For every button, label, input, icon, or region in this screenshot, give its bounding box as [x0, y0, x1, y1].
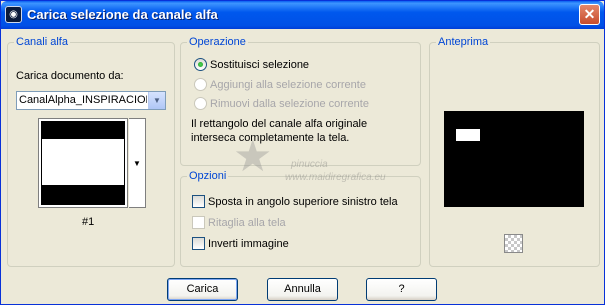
- channel-number-label: #1: [82, 216, 95, 228]
- document-select-value: CanalAlpha_INSPIRACION: [19, 94, 147, 106]
- title-bar[interactable]: ◉ Carica selezione da canale alfa ✕: [1, 1, 604, 29]
- preview-group: Anteprima: [429, 36, 600, 267]
- close-icon: ✕: [583, 6, 596, 22]
- checkbox-crop-label: Ritaglia alla tela: [208, 217, 286, 229]
- caret-down-icon: ▼: [133, 158, 141, 168]
- info-message-line-1: Il rettangolo del canale alfa originale: [191, 118, 368, 130]
- radio-add-label: Aggiungi alla selezione corrente: [210, 79, 366, 91]
- help-button[interactable]: ?: [366, 278, 437, 301]
- load-document-label: Carica documento da:: [16, 70, 124, 82]
- chevron-down-icon[interactable]: ▼: [148, 92, 165, 109]
- watermark: ★ pinuccia www.maidiregrafica.eu: [233, 135, 423, 195]
- watermark-line-1: pinuccia: [291, 159, 328, 170]
- checkbox-move-top-left-label: Sposta in angolo superiore sinistro tela: [208, 196, 398, 208]
- radio-remove-label: Rimuovi dalla selezione corrente: [210, 98, 369, 110]
- close-button[interactable]: ✕: [579, 4, 600, 25]
- checkbox-invert-image[interactable]: [192, 237, 205, 250]
- preview-legend: Anteprima: [436, 36, 491, 48]
- document-select[interactable]: CanalAlpha_INSPIRACION ▼: [16, 91, 166, 110]
- radio-remove-selection[interactable]: [194, 97, 207, 110]
- preview-canvas: [444, 111, 584, 207]
- dialog-title: Carica selezione da canale alfa: [27, 7, 218, 22]
- checkbox-move-top-left[interactable]: [192, 195, 205, 208]
- checkbox-crop-to-canvas[interactable]: [192, 216, 205, 229]
- checkbox-invert-label: Inverti immagine: [208, 238, 289, 250]
- watermark-line-2: www.maidiregrafica.eu: [285, 172, 386, 183]
- cancel-button[interactable]: Annulla: [267, 278, 338, 301]
- channel-dropdown-button[interactable]: ▼: [129, 118, 146, 208]
- channel-thumbnail-image: [41, 121, 125, 205]
- app-icon: ◉: [5, 6, 22, 23]
- star-logo-icon: ★: [233, 132, 273, 181]
- options-legend: Opzioni: [187, 170, 229, 182]
- operation-legend: Operazione: [187, 36, 248, 48]
- radio-replace-label: Sostituisci selezione: [210, 59, 310, 71]
- alpha-channels-group: Canali alfa Carica documento da: CanalAl…: [7, 36, 175, 267]
- load-button[interactable]: Carica: [167, 278, 238, 301]
- transparency-toggle-icon[interactable]: [504, 234, 523, 253]
- radio-add-selection[interactable]: [194, 78, 207, 91]
- dialog-window: ◉ Carica selezione da canale alfa ✕ Cana…: [0, 0, 605, 305]
- alpha-channels-legend: Canali alfa: [14, 36, 70, 48]
- channel-thumbnail[interactable]: [38, 118, 128, 208]
- radio-replace-selection[interactable]: [194, 58, 207, 71]
